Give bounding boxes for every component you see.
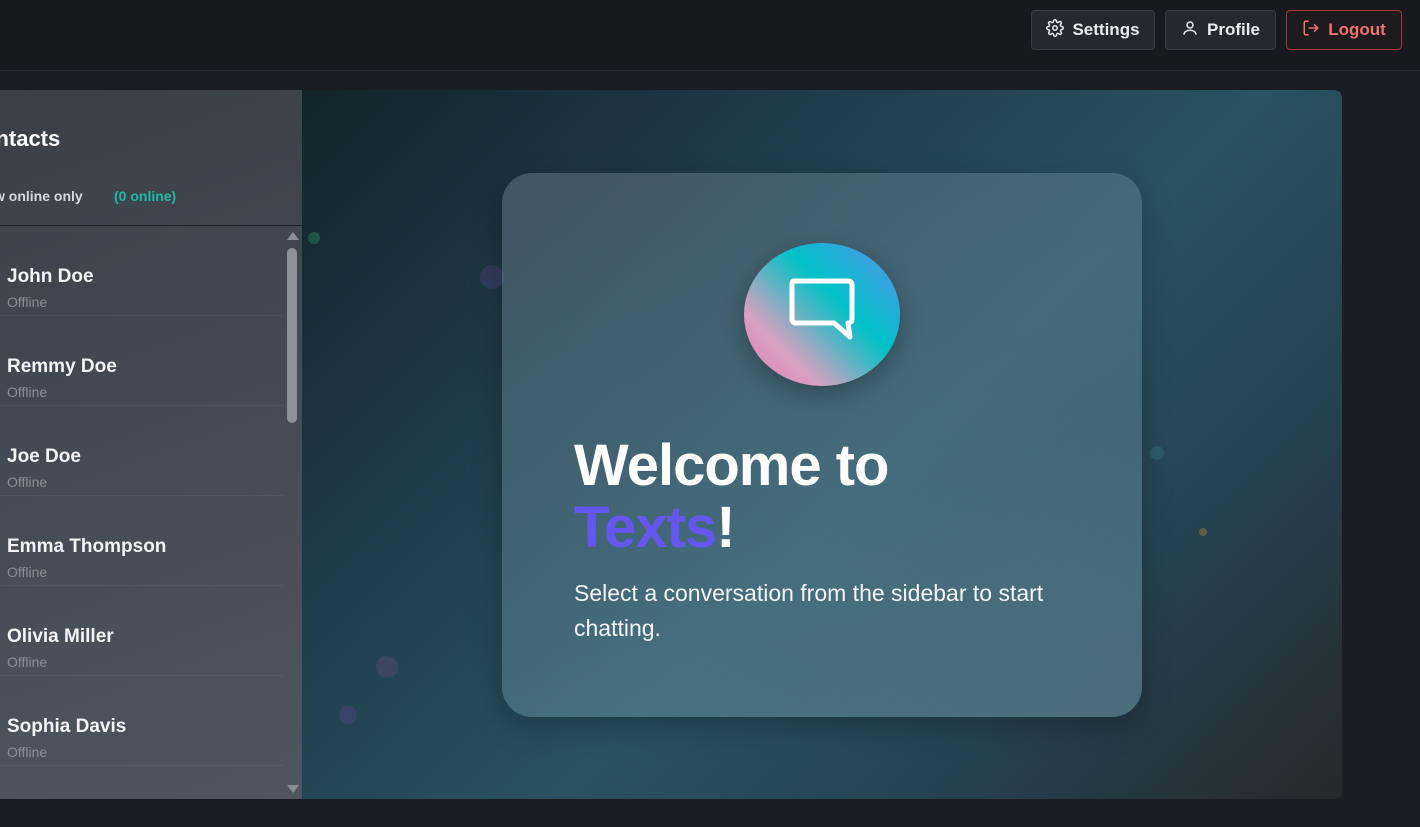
contact-list: John Doe Offline Remmy Doe Offline Joe D…	[0, 226, 302, 799]
user-icon	[1181, 19, 1199, 42]
contact-item[interactable]: John Doe Offline	[0, 226, 284, 316]
profile-button[interactable]: Profile	[1165, 10, 1276, 50]
scroll-thumb[interactable]	[287, 248, 297, 423]
logout-button[interactable]: Logout	[1286, 10, 1402, 50]
contact-item[interactable]: Remmy Doe Offline	[0, 316, 284, 406]
contact-item[interactable]: Emma Thompson Offline	[0, 496, 284, 586]
app-logo	[744, 243, 900, 386]
contact-status: Offline	[7, 744, 48, 760]
welcome-card: Welcome to Texts! Select a conversation …	[502, 173, 1142, 717]
contact-status: Offline	[7, 654, 48, 670]
decorative-dot	[308, 232, 320, 244]
contact-status: Offline	[7, 564, 48, 580]
chat-bubble-icon	[789, 278, 855, 340]
contact-name: Joe Doe	[7, 446, 81, 467]
decorative-dot	[1150, 446, 1164, 460]
contact-item[interactable]: Olivia Miller Offline	[0, 586, 284, 676]
logout-icon	[1302, 19, 1320, 42]
top-bar: Settings Profile Logout	[0, 0, 1420, 71]
logout-label: Logout	[1328, 20, 1386, 39]
decorative-dot	[480, 265, 504, 289]
contacts-title: ontacts	[0, 126, 61, 151]
exclamation: !	[716, 495, 735, 560]
decorative-dot	[339, 706, 357, 724]
welcome-subtitle: Select a conversation from the sidebar t…	[574, 580, 1044, 641]
contact-item[interactable]: Sophia Davis Offline	[0, 676, 284, 766]
contact-status: Offline	[7, 384, 48, 400]
contact-name: Sophia Davis	[7, 716, 127, 737]
welcome-title: Welcome to Texts!	[574, 433, 889, 559]
online-count: (0 online)	[114, 188, 177, 204]
scroll-up-arrow-icon[interactable]	[287, 232, 299, 240]
online-only-toggle[interactable]: w online only	[0, 188, 83, 204]
contact-name: Olivia Miller	[7, 626, 114, 647]
contact-name: John Doe	[7, 266, 94, 287]
settings-button[interactable]: Settings	[1031, 10, 1155, 50]
decorative-dot	[1199, 528, 1207, 536]
welcome-title-brand-line: Texts!	[574, 497, 888, 559]
scroll-down-arrow-icon[interactable]	[287, 785, 299, 793]
contact-name: Emma Thompson	[7, 536, 167, 557]
contact-name: Remmy Doe	[7, 356, 117, 377]
main-panel: ontacts w online only (0 online) John Do…	[0, 90, 1342, 799]
settings-label: Settings	[1072, 20, 1140, 39]
contacts-sidebar: ontacts w online only (0 online) John Do…	[0, 90, 302, 799]
brand-name: Texts	[574, 495, 717, 560]
chat-area: Welcome to Texts! Select a conversation …	[302, 90, 1342, 799]
profile-label: Profile	[1207, 20, 1260, 39]
contact-list-scrollbar[interactable]	[284, 226, 300, 799]
decorative-dot	[376, 656, 398, 678]
contact-status: Offline	[7, 294, 48, 310]
contact-status: Offline	[7, 474, 48, 490]
welcome-title-line: Welcome to	[574, 433, 889, 498]
contact-item[interactable]: Joe Doe Offline	[0, 406, 284, 496]
gear-icon	[1046, 18, 1065, 42]
